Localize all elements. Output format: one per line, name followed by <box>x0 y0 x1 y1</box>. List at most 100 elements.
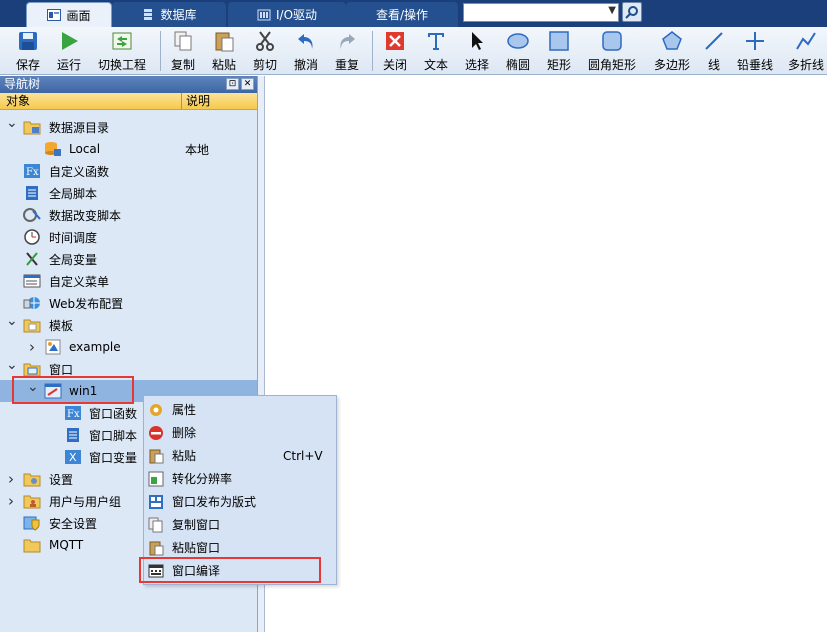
context-menu-item[interactable]: 属性 <box>144 398 336 421</box>
template-folder-icon <box>23 316 41 334</box>
tab-screen[interactable]: 画面 <box>26 2 112 27</box>
script-icon <box>64 426 82 444</box>
tab-view-operate[interactable]: 查看/操作 <box>346 2 458 27</box>
context-menu-item[interactable]: 转化分辨率 <box>144 467 336 490</box>
context-menu-item[interactable]: 删除 <box>144 421 336 444</box>
tree-item-label: 窗口 <box>49 362 74 377</box>
resolution-icon <box>148 471 164 487</box>
tree-item[interactable]: 数据改变脚本 <box>0 204 257 226</box>
tree-item[interactable]: ⌄ 数据源目录 <box>0 115 257 138</box>
tree-item-label: Web发布配置 <box>49 296 124 311</box>
tree-item-label: 模板 <box>49 318 74 333</box>
tree-column-header: 对象 说明 <box>0 93 257 110</box>
chevron-down-icon[interactable]: ⌄ <box>6 357 18 373</box>
tree-item[interactable]: 时间调度 <box>0 226 257 248</box>
tree-item[interactable]: 自定义菜单 <box>0 270 257 292</box>
tab-database[interactable]: 数据库 <box>112 2 226 27</box>
redo-icon <box>335 29 359 53</box>
context-menu-label: 粘贴 <box>172 449 197 463</box>
save-button[interactable]: 保存 <box>14 29 42 73</box>
toolbar-separator <box>160 31 161 71</box>
plumb-line-icon <box>743 29 767 53</box>
cut-button[interactable]: 剪切 <box>251 29 279 73</box>
tree-item[interactable]: 全局变量 <box>0 248 257 270</box>
chevron-right-icon[interactable]: › <box>27 338 37 356</box>
tree-item-label: 数据改变脚本 <box>49 208 122 223</box>
chevron-down-icon[interactable]: ⌄ <box>6 313 18 329</box>
tree-item[interactable]: Local 本地 <box>0 138 257 160</box>
search-dropdown[interactable]: ▼ <box>463 3 619 22</box>
tree-item-label: MQTT <box>49 538 84 552</box>
run-icon <box>57 29 81 53</box>
settings-folder-icon <box>23 470 41 488</box>
function-fx-icon: Fx <box>23 162 41 180</box>
text-tool-button[interactable]: 文本 <box>422 29 450 73</box>
tree-item-label: 窗口脚本 <box>89 428 138 443</box>
paste-button[interactable]: 粘贴 <box>210 29 238 73</box>
polyline-tool-button[interactable]: 多折线 <box>786 29 826 73</box>
save-icon <box>16 29 40 53</box>
tree-item[interactable]: ⌄ 模板 <box>0 313 257 336</box>
delete-icon <box>148 425 164 441</box>
tree-item-label: 窗口函数 <box>89 406 138 421</box>
context-menu-item[interactable]: 窗口发布为版式 <box>144 490 336 513</box>
highlight-compile-window <box>139 557 321 583</box>
chevron-down-icon: ▼ <box>608 5 616 16</box>
tab-label: 数据库 <box>160 8 197 22</box>
folder-icon <box>23 536 41 554</box>
column-description[interactable]: 说明 <box>182 93 210 109</box>
svg-text:Fx: Fx <box>67 409 80 420</box>
search-button[interactable] <box>622 2 642 22</box>
ellipse-tool-button[interactable]: 椭圆 <box>504 29 532 73</box>
tree-item-label: 时间调度 <box>49 230 98 245</box>
switch-project-button[interactable]: 切换工程 <box>96 29 148 73</box>
redo-button[interactable]: 重复 <box>333 29 361 73</box>
context-menu-label: 属性 <box>172 403 197 417</box>
run-button[interactable]: 运行 <box>55 29 83 73</box>
select-tool-button[interactable]: 选择 <box>463 29 491 73</box>
template-item-icon <box>44 338 62 356</box>
tree-item[interactable]: 全局脚本 <box>0 182 257 204</box>
undo-button[interactable]: 撤消 <box>292 29 320 73</box>
polyline-icon <box>794 29 818 53</box>
copy-button[interactable]: 复制 <box>169 29 197 73</box>
tree-item-label: 窗口变量 <box>89 450 138 465</box>
main-toolbar: 保存 运行 切换工程 复制 粘贴 剪切 撤消 重复 关闭 文本 选择 椭圆 矩形… <box>0 27 827 75</box>
editor-canvas[interactable] <box>264 76 827 632</box>
tree-item[interactable]: Web发布配置 <box>0 292 257 314</box>
cut-icon <box>253 29 277 53</box>
tree-item-label: 自定义菜单 <box>49 274 110 289</box>
plumb-line-tool-button[interactable]: 铅垂线 <box>735 29 775 73</box>
tree-item[interactable]: › example <box>0 336 257 358</box>
pin-icon[interactable]: ⊡ <box>226 78 239 90</box>
paste-icon <box>212 29 236 53</box>
chevron-right-icon[interactable]: › <box>6 470 16 488</box>
context-menu-item[interactable]: 粘贴窗口 <box>144 536 336 559</box>
tab-label: I/O驱动 <box>275 8 318 22</box>
tree-item-label: 全局变量 <box>49 252 98 267</box>
rounded-rectangle-tool-button[interactable]: 圆角矩形 <box>586 29 638 73</box>
column-object[interactable]: 对象 <box>0 93 182 109</box>
tree-item-label: 设置 <box>49 472 74 487</box>
tree-item-label: 安全设置 <box>49 516 98 531</box>
publish-layout-icon <box>148 494 164 510</box>
chevron-right-icon[interactable]: › <box>6 492 16 510</box>
context-menu-item[interactable]: 粘贴 Ctrl+V <box>144 444 336 467</box>
tab-label: 画面 <box>66 8 91 23</box>
tree-item-label: example <box>69 340 121 354</box>
tree-item[interactable]: Fx 自定义函数 <box>0 160 257 182</box>
svg-text:Fx: Fx <box>26 167 39 178</box>
script-icon <box>23 184 41 202</box>
copy-window-icon <box>148 517 164 533</box>
chevron-down-icon[interactable]: ⌄ <box>6 115 18 131</box>
context-menu-item[interactable]: 复制窗口 <box>144 513 336 536</box>
polygon-tool-button[interactable]: 多边形 <box>652 29 692 73</box>
rectangle-tool-button[interactable]: 矩形 <box>545 29 573 73</box>
text-icon <box>424 29 448 53</box>
tree-item-label: 自定义函数 <box>49 164 110 179</box>
tab-io-driver[interactable]: I/O驱动 <box>228 2 346 27</box>
close-button[interactable]: 关闭 <box>381 29 409 73</box>
line-tool-button[interactable]: 线 <box>700 29 728 73</box>
highlight-win1 <box>12 376 134 404</box>
close-panel-icon[interactable]: ✕ <box>241 78 254 90</box>
